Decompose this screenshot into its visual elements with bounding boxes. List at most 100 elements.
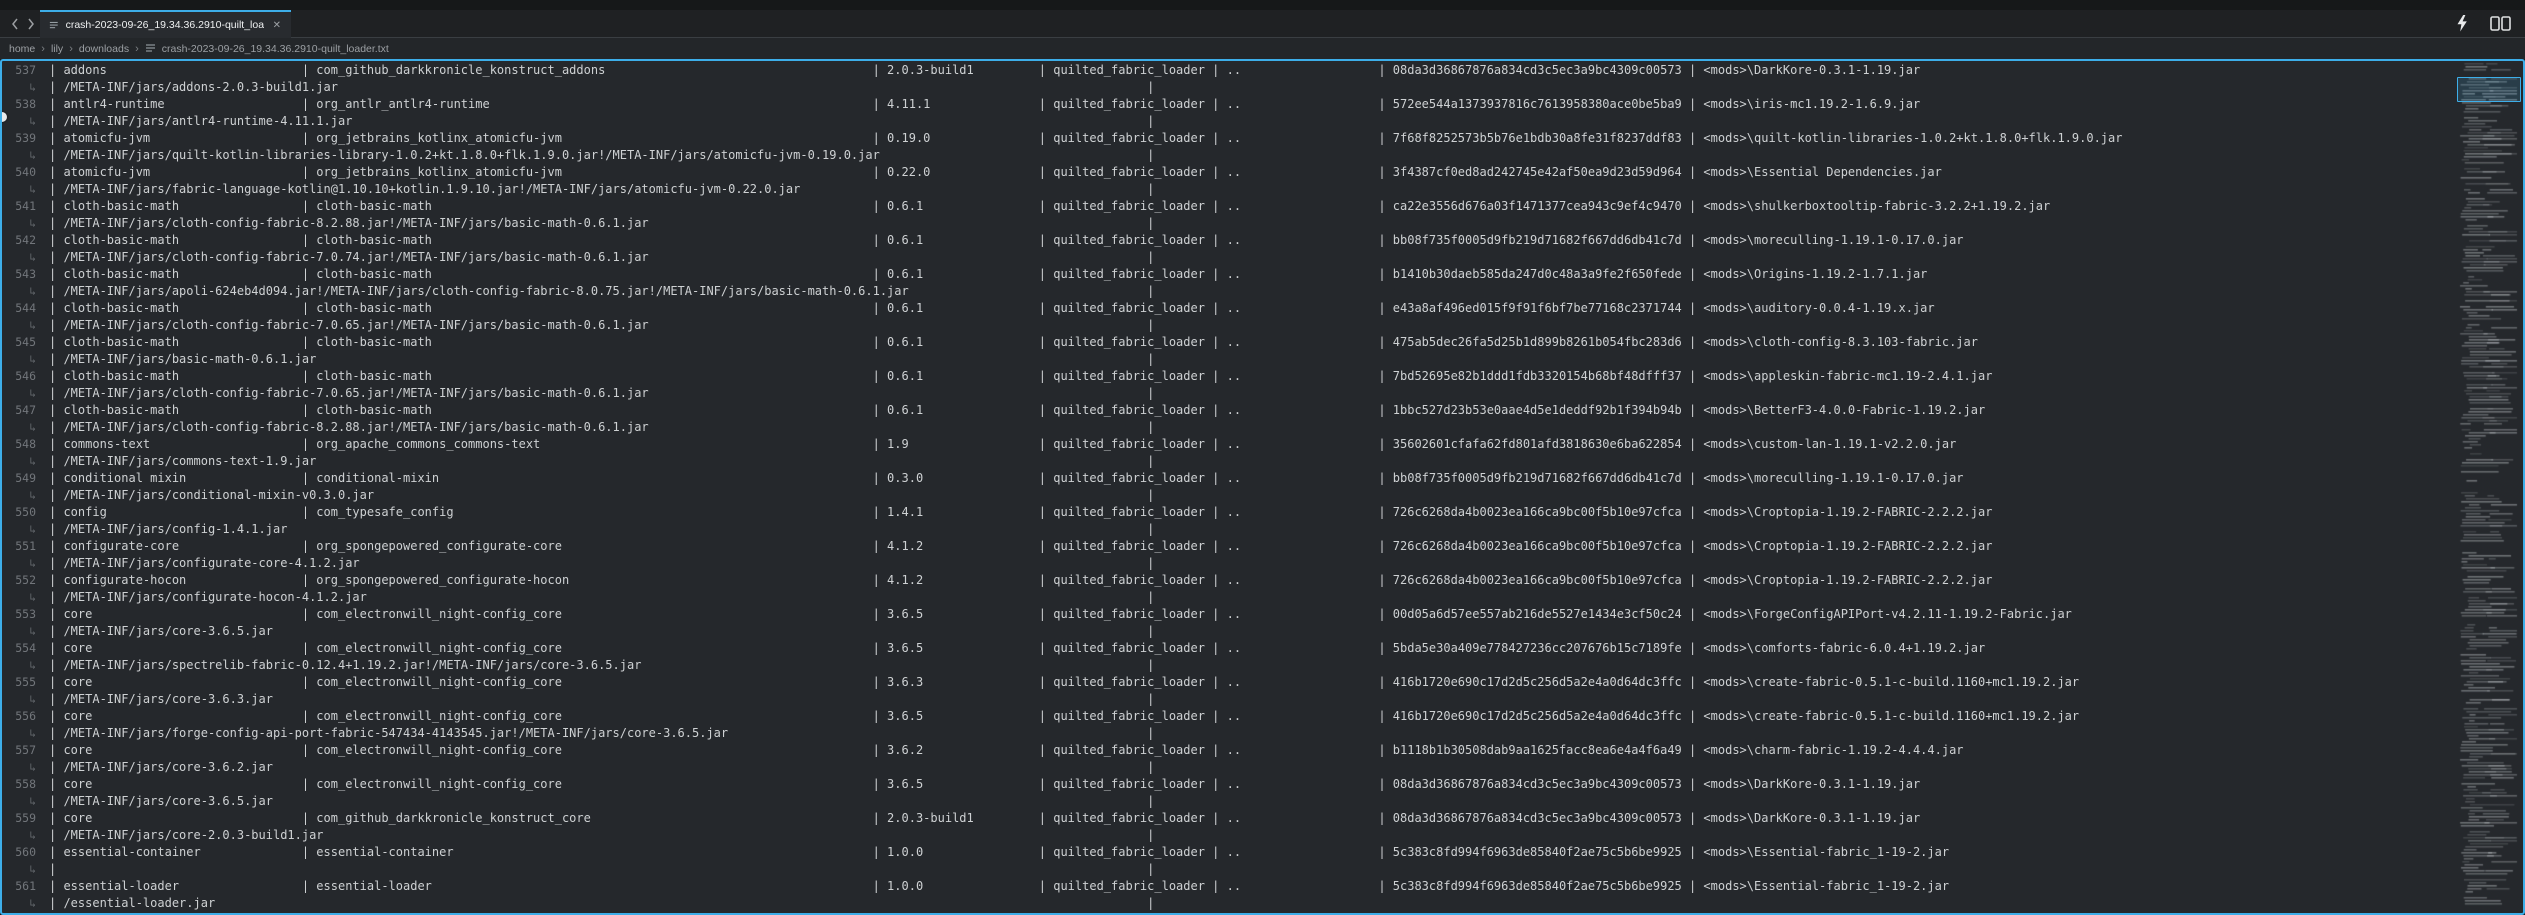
line-text: | antlr4-runtime | org_antlr_antlr4-runt… [36,96,1920,113]
line-text: | /META-INF/jars/apoli-624eb4d094.jar!/M… [36,283,1154,300]
line-text: | /META-INF/jars/commons-text-1.9.jar | [36,453,1154,470]
editor-viewport[interactable]: 537| addons | com_github_darkkronicle_ko… [0,59,2525,915]
line-text: | | [36,861,1154,878]
log-line-continuation: ↳| /META-INF/jars/cloth-config-fabric-8.… [2,419,2453,436]
log-line-continuation: ↳| /META-INF/jars/core-3.6.5.jar | [2,793,2453,810]
log-line: 553| core | com_electronwill_night-confi… [2,606,2453,623]
breadcrumb-separator: › [135,43,139,55]
line-number: 557 [2,742,36,759]
breadcrumb-separator: › [41,43,45,55]
line-number: 540 [2,164,36,181]
log-line: 552| configurate-hocon | org_spongepower… [2,572,2453,589]
line-text: | /META-INF/jars/cloth-config-fabric-8.2… [36,215,1154,232]
text-file-icon [145,43,156,54]
line-text: | /META-INF/jars/core-3.6.5.jar | [36,623,1154,640]
history-forward-button[interactable] [24,15,38,33]
line-number: 553 [2,606,36,623]
minimap[interactable] [2457,61,2521,909]
line-text: | /META-INF/jars/core-3.6.5.jar | [36,793,1154,810]
line-text: | /META-INF/jars/basic-math-0.6.1.jar | [36,351,1154,368]
log-line-continuation: ↳| /META-INF/jars/core-3.6.5.jar | [2,623,2453,640]
line-number: 546 [2,368,36,385]
log-line-continuation: ↳| /META-INF/jars/addons-2.0.3-build1.ja… [2,79,2453,96]
wrap-indicator: ↳ [2,351,36,368]
line-text: | /META-INF/jars/cloth-config-fabric-8.2… [36,419,1154,436]
log-line-continuation: ↳| /META-INF/jars/cloth-config-fabric-7.… [2,385,2453,402]
history-back-button[interactable] [8,15,22,33]
line-text: | /META-INF/jars/core-3.6.2.jar | [36,759,1154,776]
line-text: | core | com_electronwill_night-config_c… [36,742,1964,759]
log-line: 558| core | com_electronwill_night-confi… [2,776,2453,793]
log-line: 547| cloth-basic-math | cloth-basic-math… [2,402,2453,419]
line-number: 539 [2,130,36,147]
log-line-continuation: ↳| /META-INF/jars/forge-config-api-port-… [2,725,2453,742]
log-line-continuation: ↳| /META-INF/jars/configurate-core-4.1.2… [2,555,2453,572]
minimap-slider[interactable] [2457,77,2521,102]
wrap-indicator: ↳ [2,895,36,912]
tab-crash-log-file[interactable]: crash-2023-09-26_19.34.36.2910-quilt_loa… [40,10,291,38]
wrap-indicator: ↳ [2,181,36,198]
breadcrumb-item-lily[interactable]: lily [51,43,63,55]
log-line: 549| conditional mixin | conditional-mix… [2,470,2453,487]
breadcrumb-separator: › [69,43,73,55]
line-text: | essential-loader | essential-loader | … [36,878,1949,895]
line-text: | cloth-basic-math | cloth-basic-math | … [36,232,1964,249]
line-text: | config | com_typesafe_config | 1.4.1 |… [36,504,1992,521]
line-text: | atomicfu-jvm | org_jetbrains_kotlinx_a… [36,130,2122,147]
quick-actions-button[interactable] [2456,15,2468,32]
log-line-continuation: ↳| /META-INF/jars/core-3.6.2.jar | [2,759,2453,776]
log-line: 537| addons | com_github_darkkronicle_ko… [2,62,2453,79]
wrap-indicator: ↳ [2,861,36,878]
line-text: | /META-INF/jars/core-3.6.3.jar | [36,691,1154,708]
line-text: | /META-INF/jars/cloth-config-fabric-7.0… [36,317,1154,334]
line-text: | cloth-basic-math | cloth-basic-math | … [36,300,1935,317]
log-line: 554| core | com_electronwill_night-confi… [2,640,2453,657]
log-line-continuation: ↳| /META-INF/jars/antlr4-runtime-4.11.1.… [2,113,2453,130]
line-text: | /META-INF/jars/cloth-config-fabric-7.0… [36,385,1154,402]
wrap-indicator: ↳ [2,385,36,402]
line-number: 561 [2,878,36,895]
line-text: | /META-INF/jars/forge-config-api-port-f… [36,725,1154,742]
log-line-continuation: ↳| /META-INF/jars/cloth-config-fabric-7.… [2,317,2453,334]
line-number: 560 [2,844,36,861]
text-file-icon [49,20,59,31]
lightning-icon [2456,15,2468,32]
log-line-continuation: ↳| /META-INF/jars/conditional-mixin-v0.3… [2,487,2453,504]
line-number: 559 [2,810,36,827]
wrap-indicator: ↳ [2,419,36,436]
log-line: 551| configurate-core | org_spongepowere… [2,538,2453,555]
line-text: | /META-INF/jars/configurate-hocon-4.1.2… [36,589,1154,606]
line-text: | cloth-basic-math | cloth-basic-math | … [36,402,1985,419]
wrap-indicator: ↳ [2,521,36,538]
log-line-continuation: ↳| /META-INF/jars/cloth-config-fabric-7.… [2,249,2453,266]
breadcrumb-item-downloads[interactable]: downloads [79,43,129,55]
line-number: 556 [2,708,36,725]
chevron-right-icon [27,18,35,30]
log-line: 550| config | com_typesafe_config | 1.4.… [2,504,2453,521]
log-line-continuation: ↳| /META-INF/jars/core-3.6.3.jar | [2,691,2453,708]
line-number: 545 [2,334,36,351]
log-line-continuation: ↳| /META-INF/jars/commons-text-1.9.jar | [2,453,2453,470]
log-line: 561| essential-loader | essential-loader… [2,878,2453,895]
line-number: 547 [2,402,36,419]
tab-title: crash-2023-09-26_19.34.36.2910-quilt_loa… [66,19,264,31]
wrap-indicator: ↳ [2,215,36,232]
editor-rows: 537| addons | com_github_darkkronicle_ko… [2,62,2453,912]
log-line-continuation: ↳| /META-INF/jars/configurate-hocon-4.1.… [2,589,2453,606]
log-line-continuation: ↳| /essential-loader.jar | [2,895,2453,912]
breadcrumb-item-home[interactable]: home [9,43,35,55]
tab-close-icon[interactable]: ✕ [273,20,281,31]
line-text: | cloth-basic-math | cloth-basic-math | … [36,266,1927,283]
line-number: 555 [2,674,36,691]
minimap-content [2459,61,2519,909]
wrap-indicator: ↳ [2,759,36,776]
wrap-indicator: ↳ [2,623,36,640]
line-text: | /META-INF/jars/core-2.0.3-build1.jar | [36,827,1154,844]
breadcrumb-item-file[interactable]: crash-2023-09-26_19.34.36.2910-quilt_loa… [162,43,389,55]
wrap-indicator: ↳ [2,283,36,300]
breadcrumb: home › lily › downloads › crash-2023-09-… [0,38,2525,59]
line-text: | /META-INF/jars/quilt-kotlin-libraries-… [36,147,1154,164]
line-text: | /META-INF/jars/config-1.4.1.jar | [36,521,1154,538]
split-editor-button[interactable] [2490,16,2511,31]
line-number: 551 [2,538,36,555]
